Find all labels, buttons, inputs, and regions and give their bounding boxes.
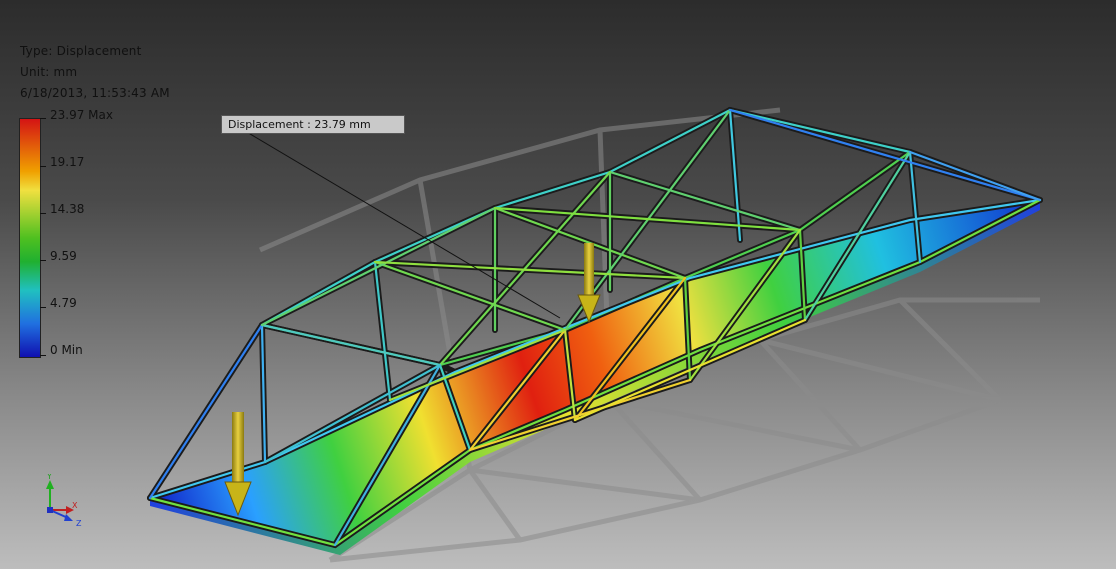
graphics-viewport[interactable]: Type: Displacement Unit: mm 6/18/2013, 1… (0, 0, 1116, 569)
legend-tick (40, 307, 46, 308)
triad-y-label: Y (46, 474, 52, 481)
legend-tick-label: 14.38 (50, 202, 85, 216)
legend-tick (40, 166, 46, 167)
legend-min-label: 0 Min (50, 343, 83, 357)
legend-tick-label: 9.59 (50, 249, 77, 263)
deck-contour[interactable] (150, 200, 1040, 545)
view-triad[interactable]: Y X Z (38, 474, 90, 530)
legend-tick (40, 355, 46, 356)
legend-tick (40, 260, 46, 261)
legend-max-label: 23.97 Max (50, 108, 113, 122)
result-unit-label: Unit: mm (20, 65, 78, 79)
legend-tick-label: 4.79 (50, 296, 77, 310)
probe-label[interactable]: Displacement : 23.79 mm (221, 115, 405, 134)
result-type-label: Type: Displacement (20, 44, 142, 58)
triad-x-label: X (72, 501, 78, 510)
legend-tick (40, 118, 46, 119)
result-timestamp-label: 6/18/2013, 11:53:43 AM (20, 86, 170, 100)
displacement-color-legend[interactable] (19, 118, 41, 358)
legend-tick-label: 19.17 (50, 155, 85, 169)
legend-tick (40, 213, 46, 214)
triad-z-label: Z (76, 519, 82, 528)
